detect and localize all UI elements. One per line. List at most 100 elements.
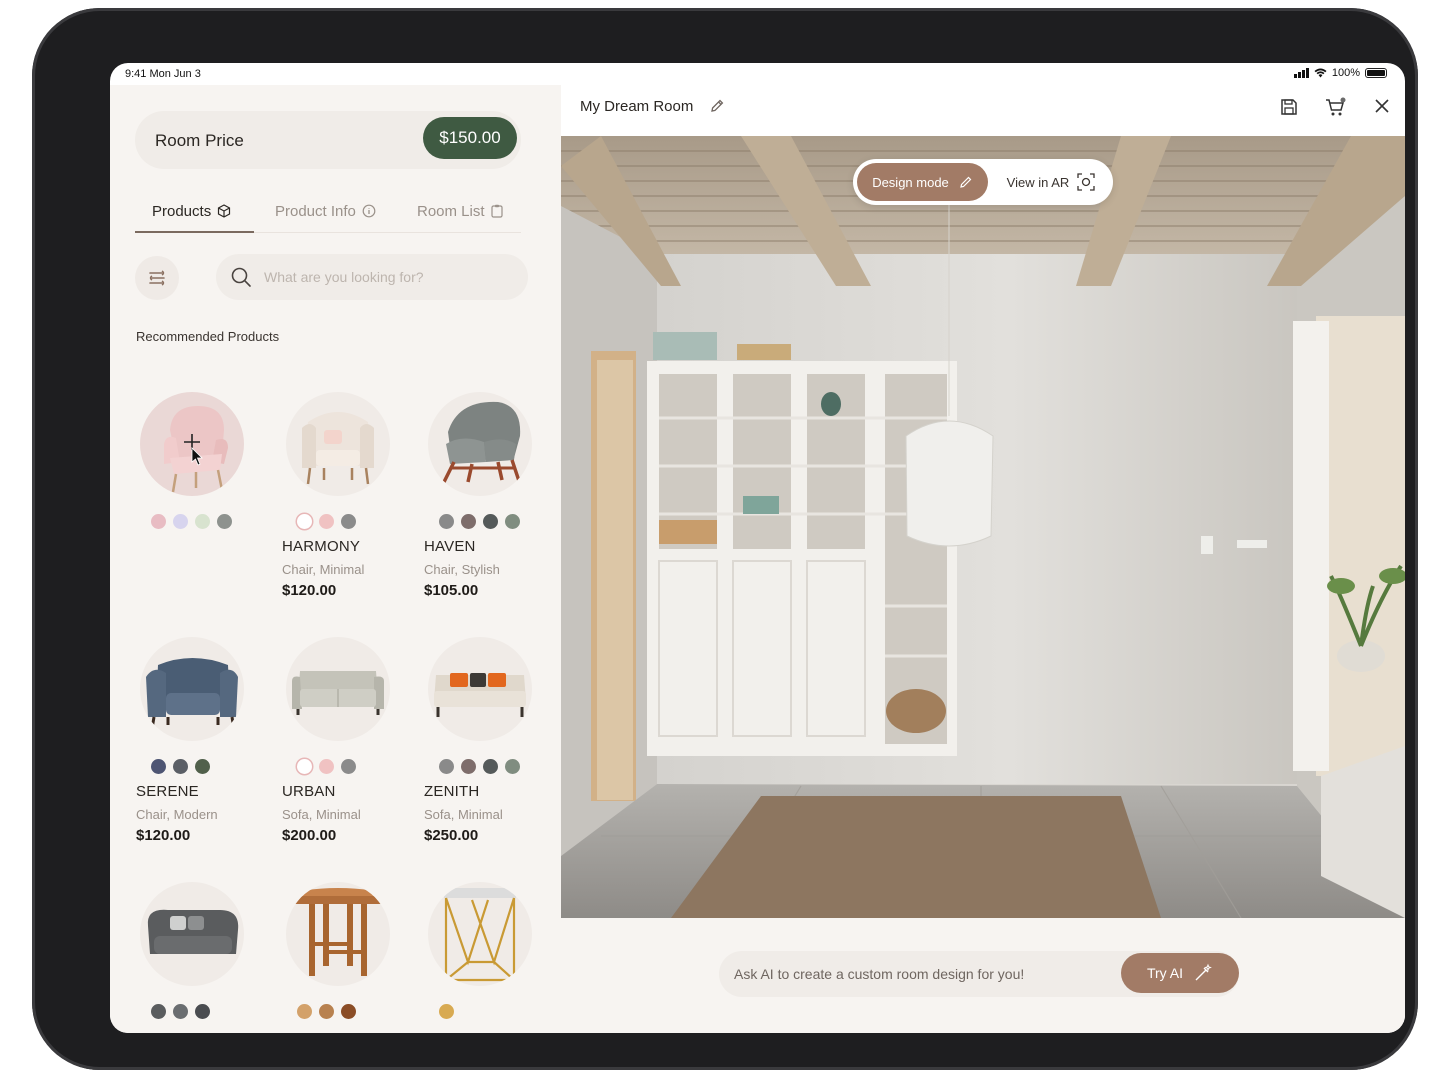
swatch-navy[interactable]: [151, 759, 166, 774]
swatch-lavender[interactable]: [173, 514, 188, 529]
swatch-gray[interactable]: [439, 514, 454, 529]
swatch-taupe[interactable]: [461, 514, 476, 529]
gold-geometric-table-image: [444, 888, 516, 982]
swatch-gray[interactable]: [173, 1004, 188, 1019]
mode-toggle: Design mode View in AR: [853, 159, 1113, 205]
product-card[interactable]: [136, 392, 266, 622]
close-icon[interactable]: [1373, 97, 1391, 115]
product-description: Chair, Modern: [136, 807, 218, 822]
room-title: My Dream Room: [580, 98, 694, 115]
product-card-harmony[interactable]: HARMONY Chair, Minimal $120.00: [282, 392, 412, 622]
filter-button[interactable]: [135, 256, 179, 300]
product-image[interactable]: [286, 882, 390, 986]
product-image[interactable]: [140, 637, 244, 741]
tab-label: Product Info: [275, 202, 356, 220]
view-in-ar-button[interactable]: View in AR: [996, 163, 1106, 201]
swatch-gray[interactable]: [439, 759, 454, 774]
product-description: Sofa, Minimal: [424, 807, 503, 822]
color-swatches: [297, 514, 356, 529]
product-description: Sofa, Minimal: [282, 807, 361, 822]
swatch-dark[interactable]: [195, 1004, 210, 1019]
tab-label: Products: [152, 202, 212, 220]
product-description: Chair, Minimal: [282, 562, 365, 577]
try-ai-button[interactable]: Try AI: [1121, 953, 1239, 993]
product-price: $120.00: [282, 582, 337, 599]
swatch-charcoal[interactable]: [483, 759, 498, 774]
design-mode-button[interactable]: Design mode: [857, 163, 988, 201]
color-swatches: [439, 514, 520, 529]
swatch-gold[interactable]: [439, 1004, 454, 1019]
swatch-pink[interactable]: [319, 759, 334, 774]
swatch-olive[interactable]: [195, 759, 210, 774]
swatch-pink[interactable]: [151, 514, 166, 529]
product-card-haven[interactable]: HAVEN Chair, Stylish $105.00: [424, 392, 554, 622]
product-image[interactable]: [140, 392, 244, 496]
search-input[interactable]: [264, 254, 514, 300]
swatch-charcoal[interactable]: [483, 514, 498, 529]
product-name: HARMONY: [282, 538, 361, 555]
gray-lounge-chair-image: [440, 401, 522, 487]
product-card-serene[interactable]: SERENE Chair, Modern $120.00: [136, 637, 266, 867]
product-price: $200.00: [282, 827, 337, 844]
save-icon[interactable]: [1279, 97, 1299, 117]
beige-sofa-orange-pillows-image: [434, 673, 526, 717]
swatch-wood[interactable]: [319, 1004, 334, 1019]
swatch-pink[interactable]: [319, 514, 334, 529]
swatch-sage[interactable]: [505, 514, 520, 529]
pencil-icon: [960, 176, 972, 188]
product-image[interactable]: [428, 882, 532, 986]
swatch-taupe[interactable]: [461, 759, 476, 774]
product-image[interactable]: [286, 637, 390, 741]
wifi-icon: [1314, 68, 1327, 78]
ar-scan-icon: [1077, 173, 1095, 191]
tab-room-list[interactable]: Room List: [417, 189, 503, 233]
cream-armchair-image: [302, 412, 374, 485]
color-swatches: [151, 1004, 210, 1019]
product-price: $120.00: [136, 827, 191, 844]
tab-product-info[interactable]: Product Info: [275, 189, 376, 233]
wooden-side-table-image: [294, 888, 382, 976]
app-screen: 9:41 Mon Jun 3 100% Room Price $150.00 P…: [110, 63, 1405, 1033]
blue-armchair-image: [146, 658, 238, 730]
cellular-signal-icon: [1293, 68, 1309, 78]
cart-icon[interactable]: [1325, 97, 1347, 117]
swatch-dark-wood[interactable]: [341, 1004, 356, 1019]
info-icon: [362, 204, 376, 218]
product-name: URBAN: [282, 783, 336, 800]
product-image[interactable]: [428, 637, 532, 741]
product-name: ZENITH: [424, 783, 480, 800]
product-image[interactable]: [286, 392, 390, 496]
room-price-label: Room Price: [155, 131, 244, 150]
recommended-products-title: Recommended Products: [136, 329, 280, 344]
product-card-zenith[interactable]: ZENITH Sofa, Minimal $250.00: [424, 637, 554, 867]
try-ai-label: Try AI: [1146, 965, 1184, 981]
swatch-white[interactable]: [297, 514, 312, 529]
product-sidebar: Room Price $150.00 Products Product Info…: [110, 85, 561, 1033]
product-card-urban[interactable]: URBAN Sofa, Minimal $200.00: [282, 637, 412, 867]
swatch-gray[interactable]: [217, 514, 232, 529]
room-3d-view[interactable]: Design mode View in AR: [561, 136, 1405, 918]
product-card[interactable]: [136, 882, 266, 1033]
swatch-charcoal[interactable]: [151, 1004, 166, 1019]
product-name: HAVEN: [424, 538, 476, 555]
product-card[interactable]: [282, 882, 412, 1033]
edit-pencil-icon[interactable]: [709, 98, 725, 114]
topbar-actions: [1279, 97, 1391, 117]
swatch-mint[interactable]: [195, 514, 210, 529]
magic-wand-icon: [1195, 963, 1212, 981]
status-bar: 9:41 Mon Jun 3 100%: [110, 63, 1405, 85]
swatch-slate[interactable]: [173, 759, 188, 774]
swatch-sage[interactable]: [505, 759, 520, 774]
battery-icon: [1365, 68, 1387, 78]
swatch-light-wood[interactable]: [297, 1004, 312, 1019]
tab-products[interactable]: Products: [152, 189, 231, 233]
view-ar-label: View in AR: [1006, 174, 1070, 190]
search-icon: [231, 267, 251, 287]
swatch-gray[interactable]: [341, 514, 356, 529]
swatch-white[interactable]: [297, 759, 312, 774]
product-card[interactable]: [424, 882, 554, 1033]
product-image[interactable]: [140, 882, 244, 986]
product-image[interactable]: [428, 392, 532, 496]
swatch-gray[interactable]: [341, 759, 356, 774]
color-swatches: [151, 759, 210, 774]
